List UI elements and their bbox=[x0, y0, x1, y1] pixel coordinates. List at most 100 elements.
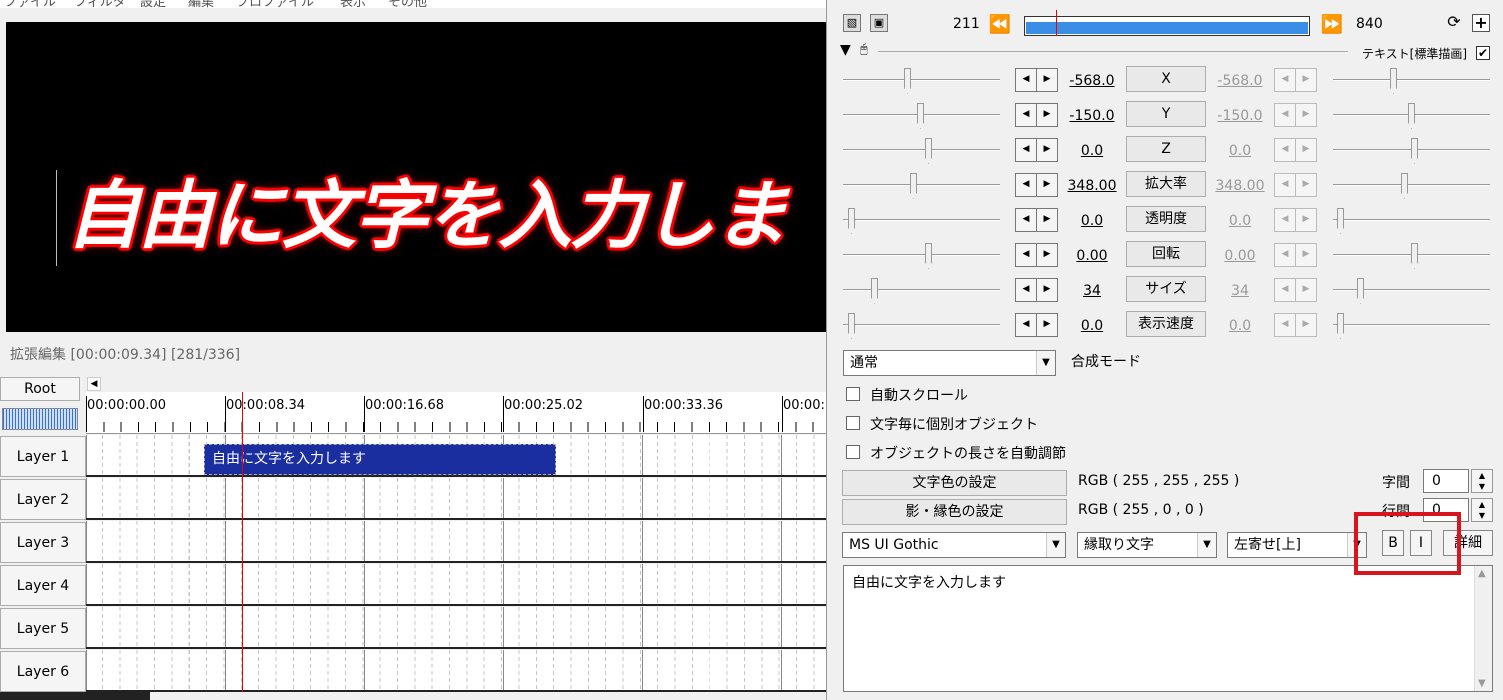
collapse-arrow-icon[interactable]: ▼ bbox=[840, 42, 851, 58]
param-name-button[interactable]: 透明度 bbox=[1126, 206, 1206, 232]
param-slider-start[interactable] bbox=[843, 79, 1000, 81]
param-slider-start[interactable] bbox=[843, 149, 1000, 151]
param-start-value[interactable]: -150.0 bbox=[1062, 108, 1122, 124]
param-start-value[interactable]: -568.0 bbox=[1062, 73, 1122, 89]
param-slider-start[interactable] bbox=[843, 254, 1000, 256]
zoom-meter[interactable] bbox=[2, 408, 78, 430]
menu-settings[interactable]: 設定 bbox=[140, 0, 166, 8]
increment-icon[interactable]: ▶ bbox=[1295, 208, 1317, 232]
menu-profile[interactable]: プロファイル bbox=[236, 0, 314, 8]
param-slider-end[interactable] bbox=[1333, 289, 1490, 291]
increment-icon[interactable]: ▶ bbox=[1036, 208, 1058, 232]
increment-icon[interactable]: ▶ bbox=[1295, 243, 1317, 267]
font-select[interactable]: MS UI Gothic ▼ bbox=[842, 532, 1066, 558]
increment-icon[interactable]: ▶ bbox=[1295, 138, 1317, 162]
decrement-icon[interactable]: ◀ bbox=[1015, 68, 1037, 92]
layer-label-5[interactable]: Layer 5 bbox=[0, 608, 86, 649]
increment-icon[interactable]: ▶ bbox=[1295, 68, 1317, 92]
layer-track-2[interactable] bbox=[86, 478, 826, 520]
decrement-icon[interactable]: ◀ bbox=[1274, 208, 1296, 232]
decrement-icon[interactable]: ◀ bbox=[1015, 208, 1037, 232]
menu-file[interactable]: ファイル bbox=[4, 0, 56, 8]
layer-label-3[interactable]: Layer 3 bbox=[0, 522, 86, 563]
timeline-scroll-left-icon[interactable]: ◀ bbox=[87, 377, 101, 391]
object-enabled-checkbox[interactable]: ✔ bbox=[1476, 46, 1490, 60]
param-start-value[interactable]: 0.0 bbox=[1062, 213, 1122, 229]
decrement-icon[interactable]: ◀ bbox=[1015, 278, 1037, 302]
frame-icon[interactable]: ▣ bbox=[870, 14, 888, 32]
menu-edit[interactable]: 編集 bbox=[188, 0, 214, 8]
seek-forward-button[interactable]: ⏩ bbox=[1320, 15, 1344, 37]
param-end-value[interactable]: -568.0 bbox=[1210, 73, 1270, 89]
param-slider-end[interactable] bbox=[1333, 79, 1490, 81]
menu-view[interactable]: 表示 bbox=[340, 0, 366, 8]
decrement-icon[interactable]: ◀ bbox=[1015, 313, 1037, 337]
layer-label-1[interactable]: Layer 1 bbox=[0, 436, 86, 477]
increment-icon[interactable]: ▶ bbox=[1036, 278, 1058, 302]
seek-back-button[interactable]: ⏪ bbox=[988, 15, 1012, 37]
align-select[interactable]: 左寄せ[上] ▼ bbox=[1227, 532, 1367, 558]
seek-marker[interactable] bbox=[1056, 10, 1057, 36]
split-icon[interactable]: ▧ bbox=[843, 14, 861, 32]
layer-label-4[interactable]: Layer 4 bbox=[0, 565, 86, 606]
text-area-scrollbar[interactable]: ▲ ▼ bbox=[1474, 566, 1492, 691]
param-slider-end[interactable] bbox=[1333, 184, 1490, 186]
param-name-button[interactable]: 回転 bbox=[1126, 241, 1206, 267]
decrement-icon[interactable]: ◀ bbox=[1015, 138, 1037, 162]
increment-icon[interactable]: ▶ bbox=[1036, 313, 1058, 337]
param-start-value[interactable]: 0.0 bbox=[1062, 318, 1122, 334]
text-color-button[interactable]: 文字色の設定 bbox=[842, 470, 1067, 496]
text-clip[interactable]: 自由に文字を入力します bbox=[204, 444, 556, 475]
blend-mode-select[interactable]: 通常 ▼ bbox=[843, 350, 1056, 376]
increment-icon[interactable]: ▶ bbox=[1036, 243, 1058, 267]
param-name-button[interactable]: 表示速度 bbox=[1126, 311, 1206, 337]
param-slider-end[interactable] bbox=[1333, 219, 1490, 221]
param-end-value[interactable]: -150.0 bbox=[1210, 108, 1270, 124]
param-slider-start[interactable] bbox=[843, 324, 1000, 326]
per-char-object-checkbox[interactable] bbox=[846, 416, 860, 430]
text-input-area[interactable]: 自由に文字を入力します bbox=[843, 565, 1493, 692]
increment-icon[interactable]: ▶ bbox=[1036, 138, 1058, 162]
param-name-button[interactable]: Z bbox=[1126, 136, 1206, 162]
param-name-button[interactable]: サイズ bbox=[1126, 276, 1206, 302]
param-slider-end[interactable] bbox=[1333, 324, 1490, 326]
timeline-horizontal-scrollbar[interactable] bbox=[0, 692, 150, 700]
layer-track-3[interactable] bbox=[86, 521, 826, 563]
add-filter-icon[interactable]: + bbox=[1472, 14, 1490, 32]
decrement-icon[interactable]: ◀ bbox=[1015, 103, 1037, 127]
increment-icon[interactable]: ▶ bbox=[1295, 103, 1317, 127]
layer-track-4[interactable] bbox=[86, 564, 826, 606]
increment-icon[interactable]: ▶ bbox=[1036, 173, 1058, 197]
char-spacing-stepper[interactable]: ▲ ▼ bbox=[1471, 469, 1493, 493]
menu-other[interactable]: その他 bbox=[388, 0, 427, 8]
decoration-select[interactable]: 縁取り文字 ▼ bbox=[1077, 532, 1217, 558]
layer-track-5[interactable] bbox=[86, 607, 826, 649]
param-end-value[interactable]: 0.00 bbox=[1210, 248, 1270, 264]
increment-icon[interactable]: ▶ bbox=[1036, 68, 1058, 92]
decrement-icon[interactable]: ◀ bbox=[1274, 313, 1296, 337]
decrement-icon[interactable]: ◀ bbox=[1015, 243, 1037, 267]
playhead[interactable] bbox=[242, 392, 243, 692]
root-button[interactable]: Root bbox=[0, 377, 80, 401]
layer-track-6[interactable] bbox=[86, 650, 826, 692]
param-end-value[interactable]: 0.0 bbox=[1210, 143, 1270, 159]
decrement-icon[interactable]: ◀ bbox=[1015, 173, 1037, 197]
increment-icon[interactable]: ▶ bbox=[1295, 313, 1317, 337]
decrement-icon[interactable]: ◀ bbox=[1274, 278, 1296, 302]
refresh-icon[interactable]: ⟳ bbox=[1445, 14, 1463, 32]
param-start-value[interactable]: 34 bbox=[1062, 283, 1122, 299]
line-spacing-stepper[interactable]: ▲ ▼ bbox=[1471, 498, 1493, 522]
param-slider-start[interactable] bbox=[843, 184, 1000, 186]
param-name-button[interactable]: 拡大率 bbox=[1126, 171, 1206, 197]
param-end-value[interactable]: 34 bbox=[1210, 283, 1270, 299]
increment-icon[interactable]: ▶ bbox=[1036, 103, 1058, 127]
param-start-value[interactable]: 0.00 bbox=[1062, 248, 1122, 264]
param-end-value[interactable]: 0.0 bbox=[1210, 213, 1270, 229]
param-end-value[interactable]: 0.0 bbox=[1210, 318, 1270, 334]
param-slider-start[interactable] bbox=[843, 219, 1000, 221]
param-start-value[interactable]: 348.00 bbox=[1062, 178, 1122, 194]
shadow-color-button[interactable]: 影・縁色の設定 bbox=[842, 499, 1067, 525]
decrement-icon[interactable]: ◀ bbox=[1274, 173, 1296, 197]
param-name-button[interactable]: Y bbox=[1126, 101, 1206, 127]
increment-icon[interactable]: ▶ bbox=[1295, 173, 1317, 197]
